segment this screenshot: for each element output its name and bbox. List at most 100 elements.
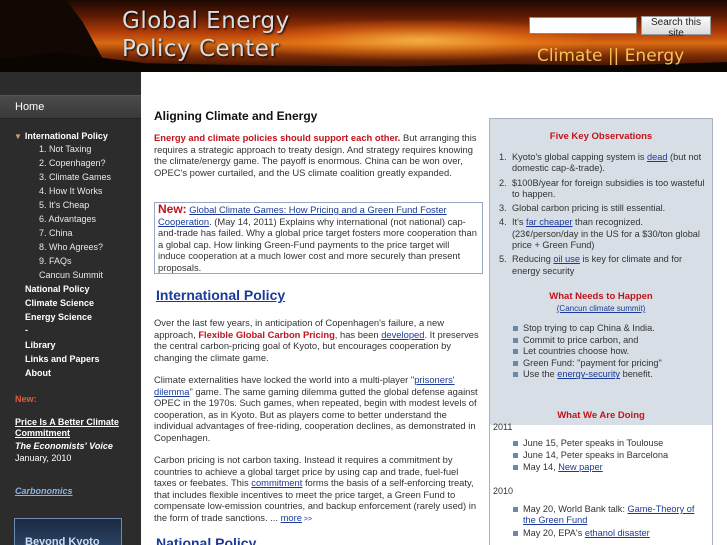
section-heading-international-policy[interactable]: International Policy [156,287,285,303]
event-item: May 20, EPA's ethanol disaster [513,528,708,539]
dead-link[interactable]: dead [647,152,667,162]
sidebar-subitem-climate-games[interactable]: 3. Climate Games [39,172,111,182]
text-span: Stop trying to cap China & India. [523,323,655,333]
site-logo-line1[interactable]: Global Energy [122,8,290,34]
text-span: It's [512,217,527,228]
search-button[interactable]: Search this site [641,16,711,39]
international-paragraph-3: Carbon pricing is not carbon taxing. Ins… [154,454,482,526]
sidebar-item-library[interactable]: Library [25,340,56,350]
needs-list: Stop trying to cap China & India. Commit… [513,323,708,381]
needs-title: What Needs to Happen [549,291,653,302]
sidebar-item-home[interactable]: Home [0,95,141,119]
developed-link[interactable]: developed [381,329,424,340]
international-paragraph-2: Climate externalities have locked the wo… [154,374,482,444]
list-item: 2. $100B/year for foreign subsidies is to… [499,178,708,201]
right-column: Five Key Observations 1. Kyoto's global c… [489,118,713,545]
main-content: Aligning Climate and Energy Energy and c… [141,72,486,545]
page-title: Aligning Climate and Energy [154,109,318,123]
more-arrows-icon: >> [301,515,313,523]
expand-triangle-icon: ▼ [14,132,22,141]
sidebar-item-national-policy[interactable]: National Policy [25,284,90,294]
year-label-2011: 2011 [493,422,513,432]
sidebar-carbonomics-link[interactable]: Carbonomics [15,486,73,496]
year-label-2010: 2010 [493,486,514,496]
bullet-icon [513,507,518,512]
new-paper-box: New: Global Climate Games: How Pricing a… [154,202,483,274]
sidebar-subitem-its-cheap[interactable]: 5. It's Cheap [39,200,89,210]
list-item: Stop trying to cap China & India. [513,323,708,335]
sidebar-subitem-advantages[interactable]: 6. Advantages [39,214,96,224]
energy-security-link[interactable]: energy-security [557,369,620,379]
observations-title: Five Key Observations [549,131,653,142]
sidebar-subitem-who-agrees[interactable]: 8. Who Agrees? [39,242,103,252]
list-item: Let countries choose how. [513,346,708,358]
text-span: May 14, [523,462,559,472]
list-number: 2. [499,177,507,188]
text-span: Climate externalities have locked the wo… [154,374,415,385]
sidebar-item-links-and-papers[interactable]: Links and Papers [25,354,100,364]
list-item: Use the energy-security benefit. [513,369,708,381]
bullet-icon [513,531,518,536]
list-item: Commit to price carbon, and [513,334,708,347]
cancun-summit-link[interactable]: (Cancun climate summit) [490,304,712,313]
list-item: 1. Kyoto's global capping system is dead … [499,152,708,175]
sidebar-item-international-policy[interactable]: ▼ International Policy [14,131,108,141]
bullet-icon [513,453,518,458]
far-cheaper-link[interactable]: far cheaper [526,217,572,227]
text-span: Global carbon pricing is still essential… [512,203,666,214]
sidebar-subitem-copenhagen[interactable]: 2. Copenhagen? [39,158,106,168]
text-span: June 15, Peter speaks in Toulouse [523,438,664,448]
observations-list: 1. Kyoto's global capping system is dead … [499,152,708,280]
list-number: 4. [499,217,507,228]
list-number: 3. [499,203,507,214]
bullet-icon [513,349,518,355]
sidebar-item-climate-science[interactable]: Climate Science [25,298,94,308]
sidebar-item-separator: - [25,325,28,335]
sidebar-subitem-not-taxing[interactable]: 1. Not Taxing [39,144,91,154]
events-panel: 2011 June 15, Peter speaks in Toulouse J… [490,422,712,545]
sidebar-feature-source: The Economists' Voice [15,441,113,451]
event-item: June 15, Peter speaks in Toulouse [513,438,708,449]
sidebar-item-energy-science[interactable]: Energy Science [25,312,92,322]
list-item: 4. It's far cheaper than recognized. (23¢… [499,217,708,251]
bullet-icon [513,465,518,470]
sidebar-feature-date: January, 2010 [15,453,72,463]
ethanol-disaster-link[interactable]: ethanol disaster [585,528,650,538]
site-logo-line2[interactable]: Policy Center [122,36,279,62]
sidebar: Home ▼ International Policy 1. Not Taxing… [0,72,141,545]
flexible-pricing-bold: Flexible Global Carbon Pricing [198,328,335,340]
section-heading-national-policy[interactable]: National Policy [156,535,256,545]
text-span: Commit to price carbon, and [523,334,639,345]
sidebar-feature-link[interactable]: Price Is A Better Climate Commitment [15,417,133,439]
site-tagline: Climate || Energy [537,46,685,66]
text-span: benefit. [620,369,653,380]
bullet-icon [513,337,518,343]
text-span: Kyoto's global capping system is [512,152,648,162]
oil-use-link[interactable]: oil use [553,254,580,264]
site-header: Global Energy Policy Center Search this … [0,0,727,72]
sidebar-item-label: International Policy [24,131,108,141]
bullet-icon [513,326,518,331]
event-item: June 14, Peter speaks in Barcelona [513,450,708,461]
new-paper-event-link[interactable]: New paper [558,462,602,472]
list-item: 3. Global carbon pricing is still essenti… [499,203,708,214]
list-item: Green Fund: "payment for pricing" [513,358,708,370]
intro-bold-text: Energy and climate policies should suppo… [154,132,401,143]
text-span: Let countries choose how. [523,346,630,357]
more-link[interactable]: more [281,512,302,523]
text-span: Reducing [512,254,554,265]
bullet-icon [513,441,518,446]
bullet-icon [513,372,518,378]
list-number: 5. [499,254,507,265]
list-number: 1. [499,152,507,162]
sidebar-subitem-china[interactable]: 7. China [39,228,73,238]
event-item: May 14, New paper [513,462,708,473]
bullet-icon [513,360,518,366]
sidebar-subitem-how-it-works[interactable]: 4. How It Works [39,186,102,196]
sidebar-subitem-faqs[interactable]: 9. FAQs [39,256,72,266]
sidebar-book-cover[interactable]: Beyond Kyoto [14,518,122,545]
search-input[interactable] [529,17,637,34]
commitment-link[interactable]: commitment [251,477,302,488]
sidebar-item-about[interactable]: About [25,368,51,378]
sidebar-subitem-cancun-summit[interactable]: Cancun Summit [39,270,103,280]
